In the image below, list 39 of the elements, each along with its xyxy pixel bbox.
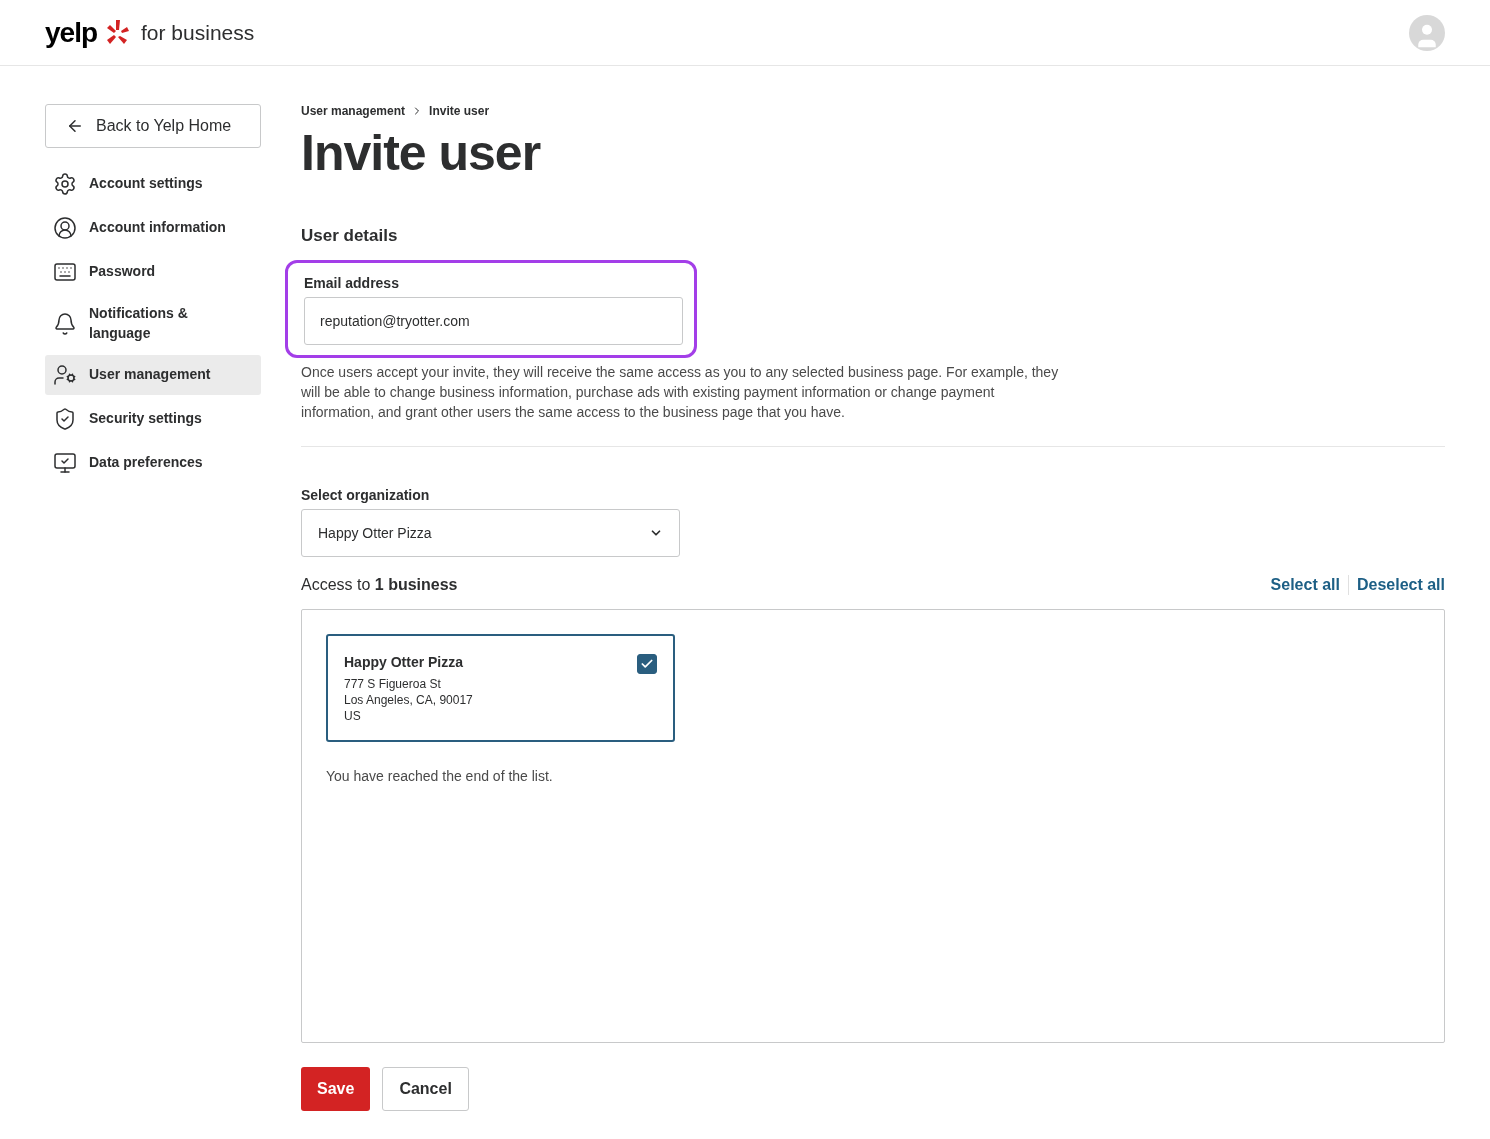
check-icon bbox=[640, 657, 654, 671]
logo-suffix: for business bbox=[141, 20, 255, 45]
field-label: Select organization bbox=[301, 487, 431, 503]
description-text: Once users accept your invite, they will receive the same access as you to any selected business page. For example, they will be able to change business information, purchase ads with existing payment information or change payment information, and grant other users the same access to the business page that you have. bbox=[301, 363, 1060, 422]
address-line: 777 S Figueroa St bbox=[344, 676, 442, 692]
email-input-field[interactable]: reputation@tryotter.com bbox=[304, 297, 683, 345]
address-line: Los Angeles, CA, 90017 bbox=[344, 692, 473, 708]
deselect-all-link[interactable]: Deselect all bbox=[1356, 576, 1445, 594]
sidebar-item[interactable]: Data preferences bbox=[45, 443, 261, 484]
gear-icon bbox=[53, 172, 77, 196]
checkbox[interactable] bbox=[637, 654, 657, 674]
access-heading: Access to 1 business bbox=[301, 576, 458, 594]
business-name: Happy Otter Pizza bbox=[344, 654, 465, 670]
user-gear-icon bbox=[53, 363, 77, 388]
breadcrumb-link[interactable]: Invite user bbox=[429, 104, 490, 118]
monitor-icon bbox=[53, 451, 77, 476]
cancel-button[interactable]: Cancel bbox=[382, 1067, 469, 1111]
logo-wordmark[interactable]: yelp bbox=[45, 16, 98, 49]
sidebar-item[interactable]: Security settings bbox=[45, 399, 261, 440]
select-all-link[interactable]: Select all bbox=[1270, 576, 1340, 594]
address-line: US bbox=[344, 708, 362, 724]
field-label: Email address bbox=[304, 275, 400, 291]
shield-icon bbox=[53, 407, 77, 432]
keyboard-icon bbox=[53, 260, 77, 284]
sidebar-item[interactable]: Account settings bbox=[45, 164, 261, 204]
bell-icon bbox=[53, 311, 77, 336]
save-button[interactable]: Save bbox=[301, 1067, 371, 1111]
sidebar-item[interactable]: User management bbox=[45, 355, 261, 396]
user-circle-icon bbox=[53, 216, 77, 240]
section-title: User details bbox=[301, 226, 399, 246]
sidebar-item[interactable]: Password bbox=[45, 252, 261, 292]
sidebar-item[interactable]: Account information bbox=[45, 208, 261, 248]
organization-select[interactable]: Happy Otter Pizza bbox=[301, 509, 680, 557]
breadcrumb-link[interactable]: User management bbox=[301, 104, 406, 118]
back-button[interactable]: Back to Yelp Home bbox=[45, 104, 261, 148]
sidebar-item[interactable]: Notifications & language bbox=[45, 296, 261, 352]
page-title: Invite user bbox=[301, 124, 542, 182]
end-of-list-text: You have reached the end of the list. bbox=[326, 768, 554, 784]
business-card[interactable]: Happy Otter Pizza 777 S Figueroa St Los Angeles, CA, 90017 US bbox=[326, 634, 675, 742]
